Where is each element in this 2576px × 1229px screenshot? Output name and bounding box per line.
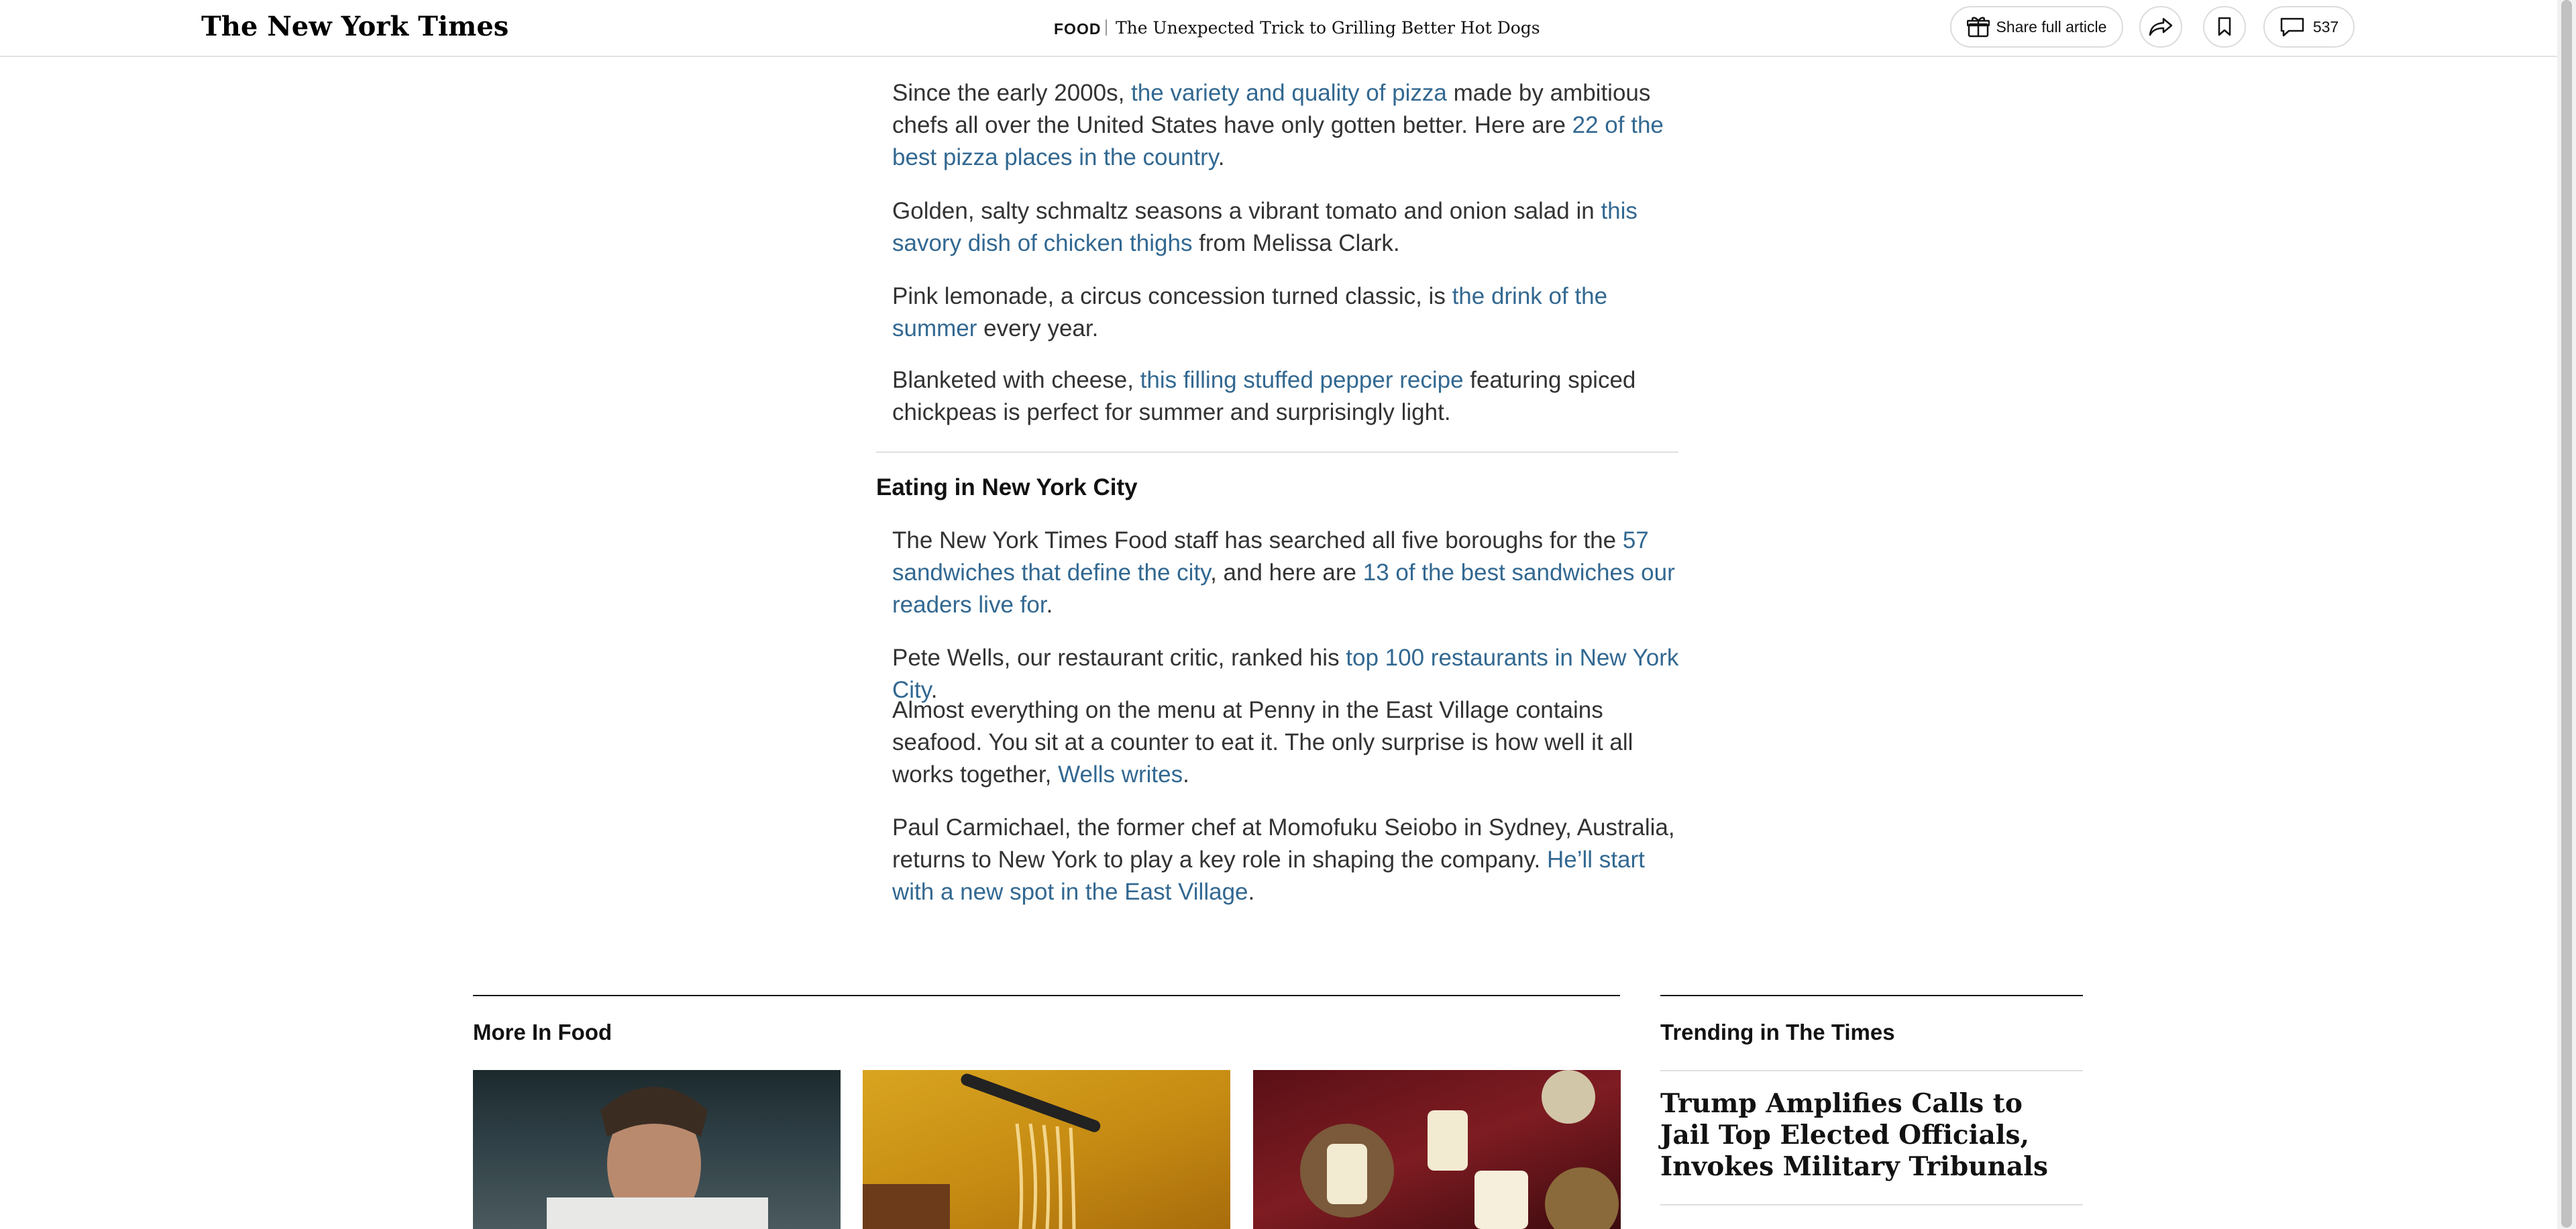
more-in-food-rule [473, 995, 1620, 996]
paragraph-sandwiches: The New York Times Food staff has search… [892, 525, 1681, 621]
paragraph-text: . [1046, 592, 1053, 618]
save-button[interactable] [2203, 6, 2246, 48]
paragraph-text: Golden, salty schmaltz seasons a vibrant… [892, 198, 1601, 224]
trending-heading: Trending in The Times [1660, 1020, 1895, 1045]
paragraph-text: Almost everything on the menu at Penny i… [892, 697, 1633, 788]
sticky-headline: The Unexpected Trick to Grilling Better … [1116, 18, 1540, 38]
paragraph-text: Blanketed with cheese, [892, 367, 1140, 393]
paragraph-text: . [1248, 879, 1255, 905]
paragraph-carmichael: Paul Carmichael, the former chef at Momo… [892, 812, 1681, 908]
paragraph-text: , and here are [1210, 559, 1363, 586]
paragraph-text: Pete Wells, our restaurant critic, ranke… [892, 645, 1346, 671]
section-rule [876, 451, 1678, 453]
trending-divider-bottom [1660, 1204, 2083, 1206]
scrollbar[interactable] [2557, 0, 2576, 1229]
top-bar: The New York Times FOOD The Unexpected T… [0, 0, 2557, 57]
scrollbar-thumb[interactable] [2561, 0, 2572, 1228]
paragraph-schmaltz: Golden, salty schmaltz seasons a vibrant… [892, 195, 1681, 260]
share-full-article-button[interactable]: Share full article [1950, 6, 2123, 48]
comments-button[interactable]: 537 [2263, 6, 2355, 48]
paragraph-lemonade: Pink lemonade, a circus concession turne… [892, 280, 1681, 345]
more-card-image-pasta[interactable] [863, 1070, 1230, 1229]
paragraph-text: The New York Times Food staff has search… [892, 527, 1623, 553]
share-arrow-icon [2149, 17, 2173, 36]
more-card-image-chef[interactable] [473, 1070, 841, 1229]
article-link[interactable]: the variety and quality of pizza [1131, 80, 1447, 106]
paragraph-text: Pink lemonade, a circus concession turne… [892, 283, 1452, 309]
trending-rule [1660, 995, 2083, 996]
bookmark-icon [2218, 17, 2231, 36]
trending-headline-link[interactable]: Trump Amplifies Calls to Jail Top Electe… [1660, 1088, 2063, 1183]
paragraph-text: Since the early 2000s, [892, 80, 1132, 106]
share-button[interactable] [2139, 6, 2182, 48]
dessert-photo [1300, 1070, 1619, 1229]
section-subhead: Eating in New York City [876, 474, 1138, 500]
more-card-image-dessert[interactable] [1253, 1070, 1621, 1229]
nyt-logo[interactable]: The New York Times [201, 11, 508, 42]
article-link[interactable]: Wells writes [1058, 761, 1183, 788]
article-link[interactable]: this filling stuffed pepper recipe [1140, 367, 1464, 393]
trending-divider [1660, 1070, 2083, 1071]
chef-photo [547, 1087, 768, 1229]
paragraph-penny: Almost everything on the menu at Penny i… [892, 694, 1681, 791]
pasta-photo [863, 1073, 1101, 1229]
paragraph-pizza: Since the early 2000s, the variety and q… [892, 77, 1681, 174]
paragraph-stuffed-pepper: Blanketed with cheese, this filling stuf… [892, 364, 1681, 429]
paragraph-text: from Melissa Clark. [1192, 230, 1400, 256]
section-label[interactable]: FOOD [1054, 20, 1101, 38]
header-divider [1106, 19, 1107, 36]
share-label: Share full article [1996, 17, 2107, 36]
paragraph-text: . [1218, 144, 1225, 170]
gift-icon [1966, 17, 1990, 38]
comment-count: 537 [2312, 17, 2339, 36]
paragraph-text: . [1183, 761, 1189, 788]
comment-icon [2280, 17, 2304, 37]
paragraph-text: every year. [977, 315, 1099, 341]
more-in-food-heading[interactable]: More In Food [473, 1020, 612, 1045]
